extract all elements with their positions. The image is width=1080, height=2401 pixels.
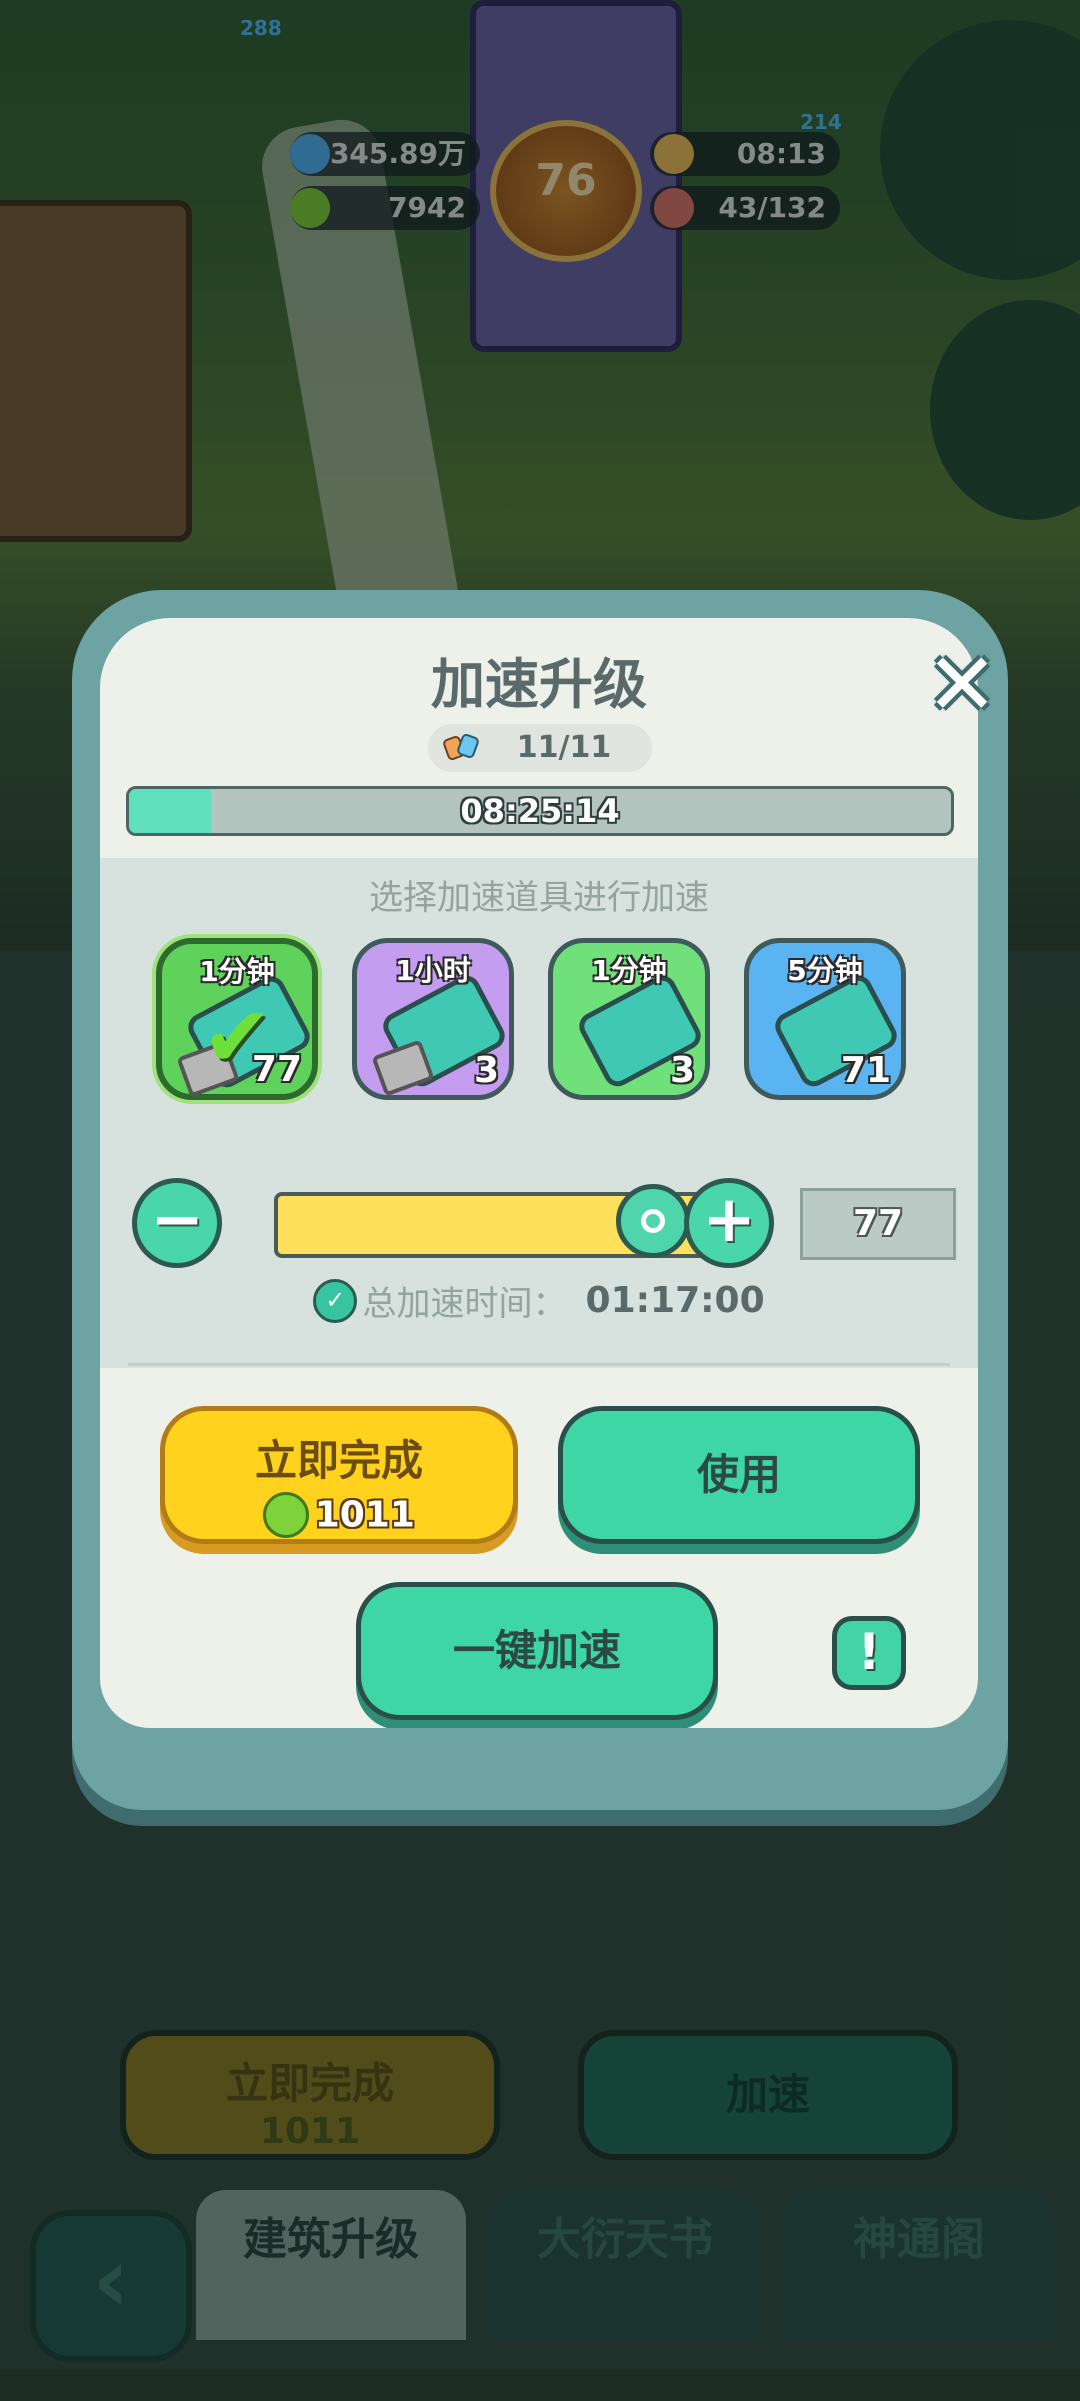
upgrade-progress-bar: 08:25:14: [126, 786, 954, 836]
close-button[interactable]: ✕: [926, 642, 998, 728]
instant-complete-button[interactable]: 立即完成 1011: [160, 1406, 518, 1544]
item-label: 1小时: [395, 954, 471, 987]
info-button[interactable]: !: [832, 1616, 906, 1690]
clock-icon: ✓: [313, 1278, 358, 1323]
instant-cost: 1011: [314, 1494, 415, 1536]
item-label: 1分钟: [591, 954, 667, 987]
select-hint: 选择加速道具进行加速: [369, 878, 709, 918]
remaining-time: 08:25:14: [460, 792, 620, 830]
divider: [128, 1363, 950, 1366]
speedup-count-pill: 11/11: [428, 724, 652, 772]
use-button[interactable]: 使用: [558, 1406, 920, 1544]
speedup-item-1hour[interactable]: 1小时 3: [352, 938, 514, 1100]
item-count: 3: [669, 1050, 695, 1091]
speedup-item-1min-general[interactable]: 1分钟 3: [548, 938, 710, 1100]
jade-icon: [263, 1492, 310, 1538]
item-count: 3: [473, 1050, 499, 1091]
instant-complete-label: 立即完成: [254, 1436, 423, 1485]
one-click-speedup-label: 一键加速: [452, 1626, 621, 1675]
increase-button[interactable]: +: [684, 1178, 774, 1268]
item-count: 77: [251, 1049, 302, 1090]
item-label: 5分钟: [787, 954, 863, 987]
speedup-item-5min[interactable]: 5分钟 71: [744, 938, 906, 1100]
quantity-slider-knob[interactable]: [616, 1184, 690, 1258]
total-speedup-value: 01:17:00: [585, 1280, 765, 1321]
item-count: 71: [840, 1050, 891, 1091]
decrease-button[interactable]: −: [132, 1178, 222, 1268]
quantity-field[interactable]: 77: [800, 1188, 956, 1260]
total-speedup-row: ✓ 总加速时间： 01:17:00: [100, 1276, 978, 1325]
one-click-speedup-button[interactable]: 一键加速: [356, 1582, 718, 1720]
instant-cost-row: 1011: [165, 1492, 513, 1538]
total-speedup-label: 总加速时间：: [362, 1284, 567, 1324]
speedup-count: 11/11: [516, 730, 612, 765]
modal-title: 加速升级: [431, 653, 647, 716]
handshake-icon: [443, 733, 479, 761]
speedup-modal: 加速升级 11/11 08:25:14 选择加速道具进行加速 ✔ 1分钟 77 …: [100, 618, 978, 1728]
item-label: 1分钟: [199, 955, 275, 988]
speedup-item-1min[interactable]: ✔ 1分钟 77: [156, 938, 318, 1100]
use-label: 使用: [696, 1450, 781, 1499]
